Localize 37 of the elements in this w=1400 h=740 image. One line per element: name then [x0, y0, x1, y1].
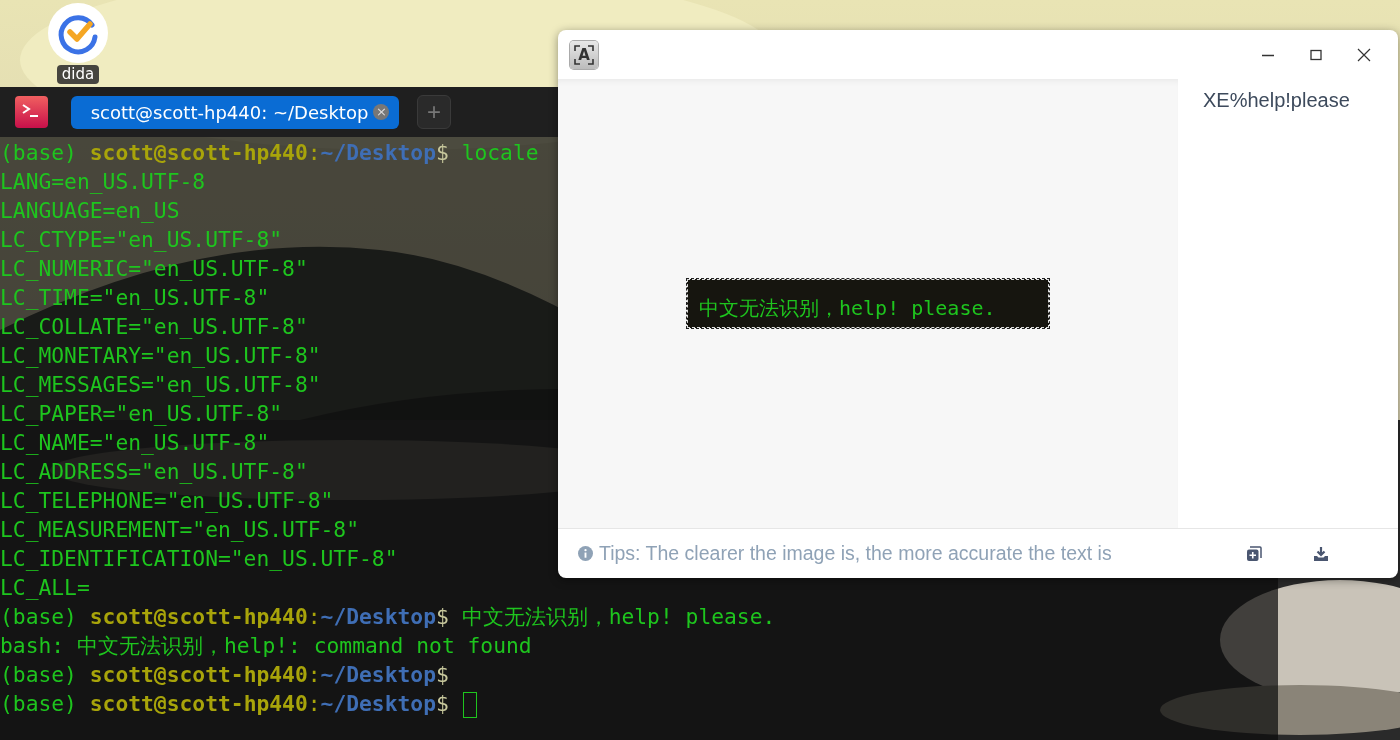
output-line: LC_IDENTIFICATION="en_US.UTF-8" — [0, 546, 398, 571]
output-line: LC_ADDRESS="en_US.UTF-8" — [0, 459, 308, 484]
shell-prompt: (base) scott@scott-hp440:~/Desktop$ — [0, 691, 449, 716]
output-line: LC_COLLATE="en_US.UTF-8" — [0, 314, 308, 339]
output-line: LC_ALL= — [0, 575, 90, 600]
app-logo[interactable]: A — [570, 40, 598, 69]
command-text: locale — [461, 140, 539, 165]
icon-label: dida — [56, 65, 100, 84]
terminal-icon[interactable] — [15, 96, 48, 128]
close-icon[interactable] — [1357, 47, 1371, 62]
output-line: LANGUAGE=en_US — [0, 198, 180, 223]
new-tab-button[interactable]: + — [417, 95, 451, 129]
terminal-tab[interactable]: scott@scott-hp440: ~/Desktop × — [71, 95, 399, 129]
shell-prompt: (base) scott@scott-hp440:~/Desktop$ — [0, 662, 449, 687]
output-line: LC_NUMERIC="en_US.UTF-8" — [0, 256, 308, 281]
maximize-icon[interactable] — [1310, 48, 1322, 61]
tip-text: Tips: The clearer the image is, the more accurate the text is — [599, 542, 1112, 565]
shell-prompt: (base) scott@scott-hp440:~/Desktop$ — [0, 140, 449, 165]
close-tab-button[interactable]: × — [373, 104, 390, 120]
output-line: LC_NAME="en_US.UTF-8" — [0, 430, 270, 455]
output-line: LC_MONETARY="en_US.UTF-8" — [0, 343, 321, 368]
shell-prompt: (base) scott@scott-hp440:~/Desktop$ — [0, 604, 449, 629]
copy-plus-icon[interactable] — [1246, 545, 1262, 562]
output-line: LC_MEASUREMENT="en_US.UTF-8" — [0, 517, 359, 542]
output-line: LC_CTYPE="en_US.UTF-8" — [0, 227, 283, 252]
output-line: LC_TELEPHONE="en_US.UTF-8" — [0, 488, 334, 513]
command-text: 中文无法识别，help! please. — [461, 604, 776, 629]
output-line: LC_PAPER="en_US.UTF-8" — [0, 401, 283, 426]
output-line: bash: 中文无法识别，help!: command not found — [0, 633, 532, 658]
download-icon[interactable] — [1313, 545, 1329, 562]
recognized-text: XE%help!please — [1202, 88, 1351, 113]
check-circle-icon[interactable] — [48, 3, 108, 63]
screenshot-preview: 中文无法识别，help! please. — [687, 279, 1049, 328]
info-icon — [578, 546, 593, 561]
output-line: LC_TIME="en_US.UTF-8" — [0, 285, 270, 310]
output-line: LANG=en_US.UTF-8 — [0, 169, 206, 194]
output-line: LC_MESSAGES="en_US.UTF-8" — [0, 372, 321, 397]
